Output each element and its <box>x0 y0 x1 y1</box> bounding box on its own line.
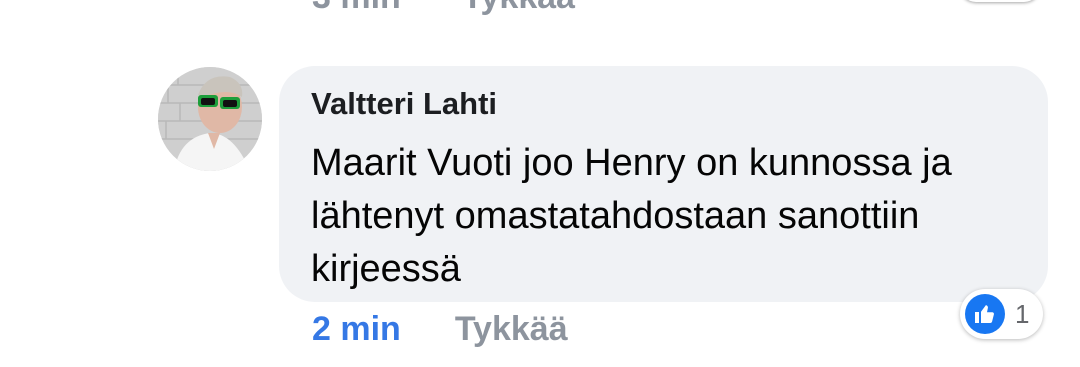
reaction-count: 1 <box>1015 298 1030 329</box>
comment-text: Maarit Vuoti joo Henry on kunnossa ja lä… <box>311 142 952 290</box>
comment-time[interactable]: 2 min <box>312 310 401 349</box>
previous-comment-meta: 3 min Tykkää <box>312 0 575 17</box>
avatar[interactable] <box>158 67 262 171</box>
like-button[interactable]: Tykkää <box>455 310 568 349</box>
previous-comment-like-button[interactable]: Tykkää <box>462 0 575 16</box>
previous-comment-time[interactable]: 3 min <box>312 0 401 16</box>
comment-author[interactable]: Valtteri Lahti <box>311 86 497 122</box>
comment-bubble: Valtteri Lahti Maarit Vuoti joo Henry on… <box>279 66 1048 302</box>
comment-actions: 2 min Tykkää <box>312 310 568 349</box>
thumbs-up-icon <box>965 294 1005 334</box>
previous-reaction-badge[interactable] <box>960 0 1040 2</box>
comment-thread: 3 min Tykkää <box>0 0 1080 367</box>
reaction-summary[interactable]: 1 <box>960 289 1044 339</box>
